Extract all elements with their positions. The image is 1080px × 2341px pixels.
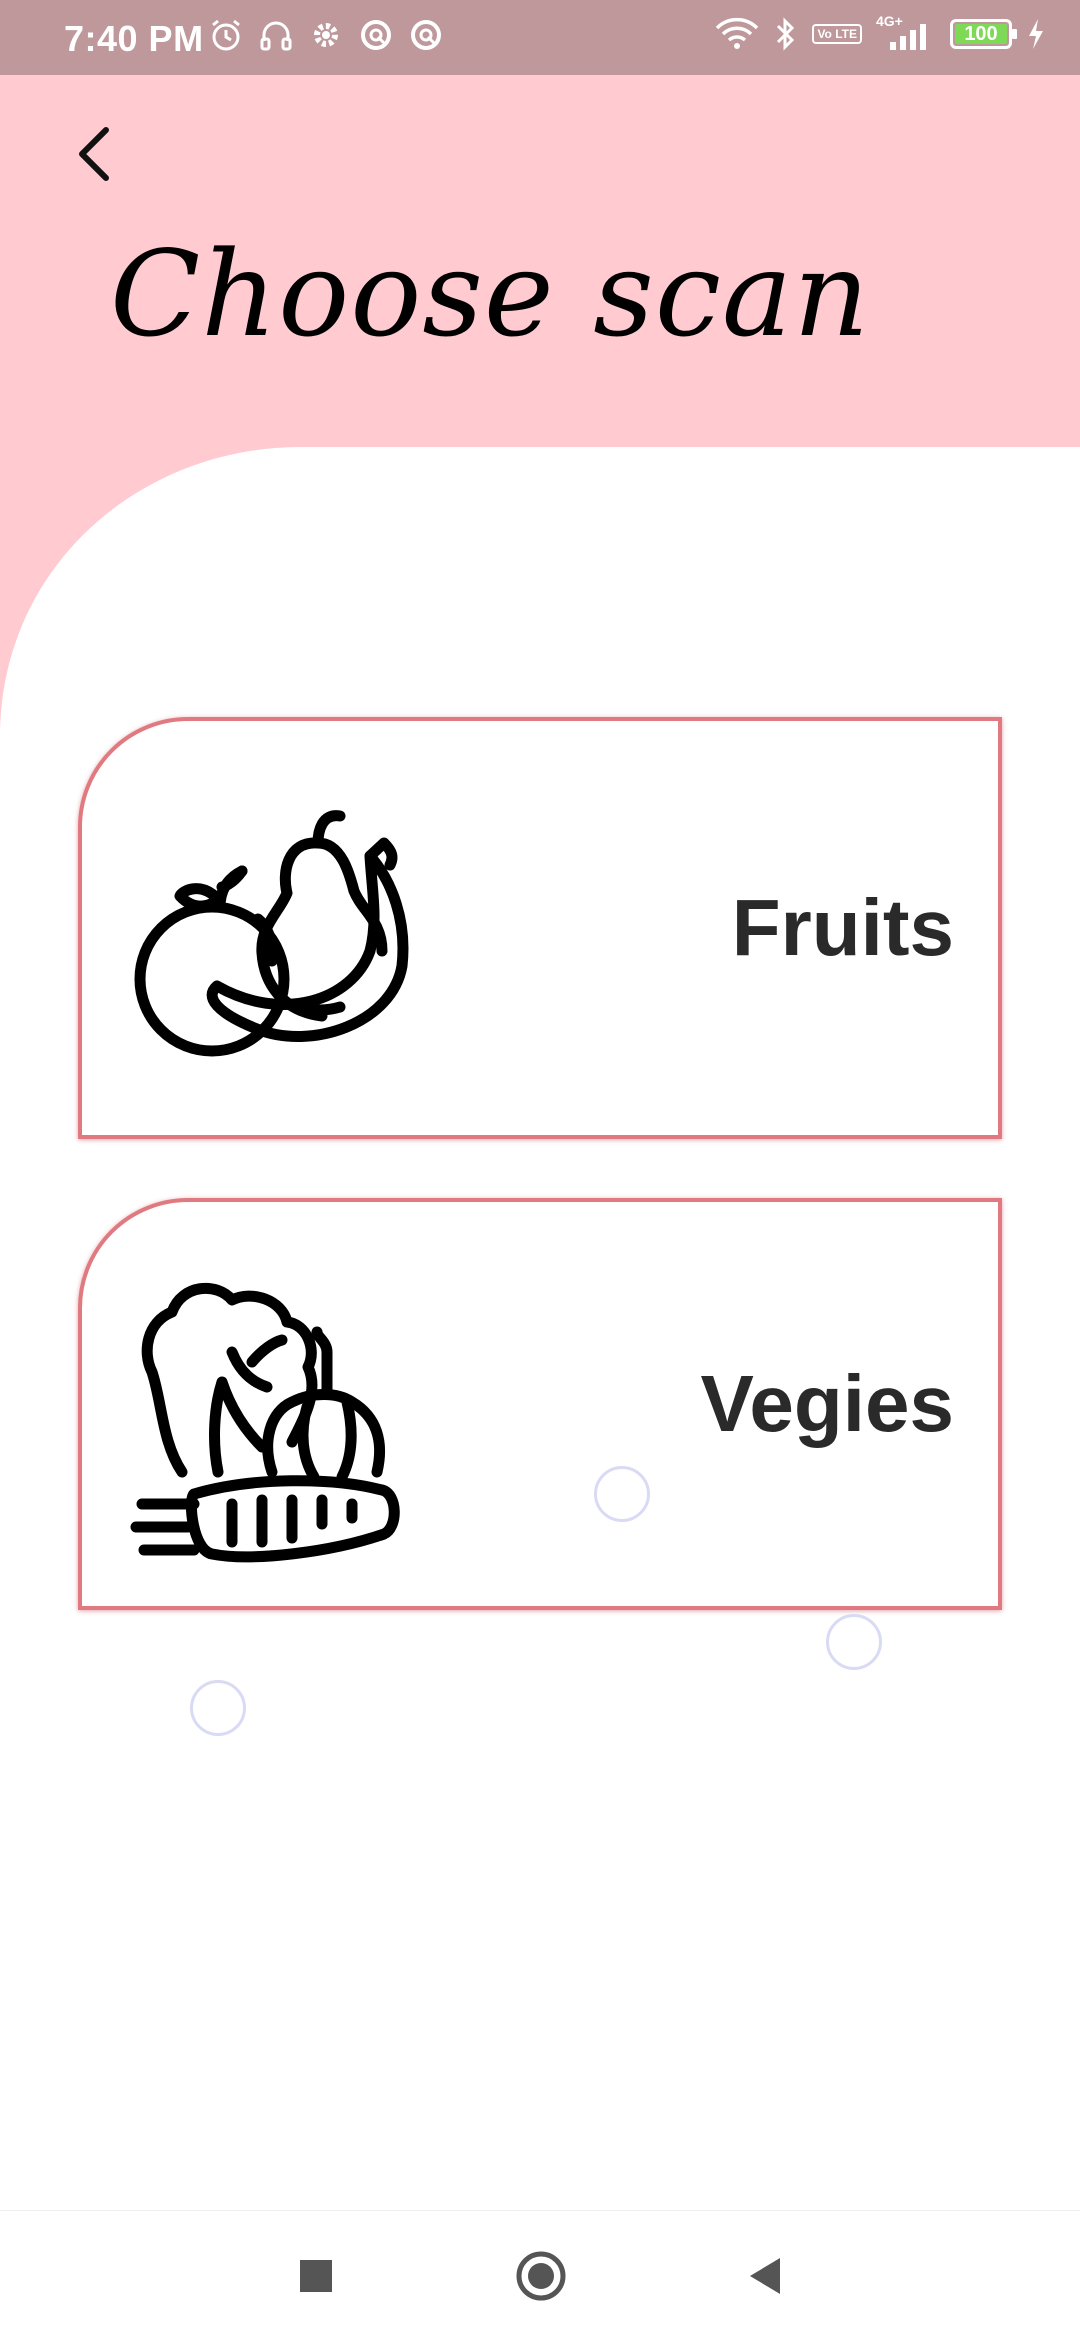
wifi-icon	[716, 17, 759, 49]
app-notification-icon	[361, 20, 391, 50]
charging-bolt-icon	[1029, 19, 1043, 49]
vegies-scan-card[interactable]: Vegies	[78, 1198, 1002, 1610]
volte-badge: Vo LTE	[812, 24, 862, 44]
chevron-left-icon	[79, 127, 109, 181]
touch-indicator	[826, 1614, 882, 1670]
back-nav-button[interactable]	[736, 2246, 796, 2306]
signal-icon: 4G+	[876, 13, 936, 52]
alarm-icon	[212, 19, 240, 51]
settings-icon	[314, 23, 338, 47]
fruits-scan-card[interactable]: Fruits	[78, 717, 1002, 1139]
option-label-vegies: Vegies	[700, 1359, 954, 1448]
app-notification-icon	[411, 20, 441, 50]
status-time: 7:40 PM	[64, 18, 204, 59]
back-button[interactable]	[62, 118, 132, 188]
battery-level: 100	[964, 23, 998, 45]
home-circle-icon	[516, 2251, 566, 2301]
option-label-fruits: Fruits	[731, 883, 954, 972]
status-notification-icons	[208, 17, 444, 53]
headset-icon	[260, 21, 292, 51]
recents-button[interactable]	[286, 2246, 346, 2306]
fruits-icon	[134, 810, 409, 1057]
battery-icon: 100	[950, 19, 1017, 49]
home-button[interactable]	[511, 2246, 571, 2306]
status-bar: 7:40 PM Vo LTE 4G+ 100	[0, 0, 1080, 75]
square-icon	[300, 2260, 332, 2292]
navigation-bar	[0, 2210, 1080, 2341]
triangle-back-icon	[750, 2258, 780, 2294]
header-curve	[0, 447, 300, 737]
vegetables-icon	[130, 1282, 400, 1563]
touch-indicator	[594, 1466, 650, 1522]
touch-indicator	[190, 1680, 246, 1736]
bluetooth-icon	[777, 17, 795, 51]
page-title: Choose scan	[110, 225, 871, 363]
